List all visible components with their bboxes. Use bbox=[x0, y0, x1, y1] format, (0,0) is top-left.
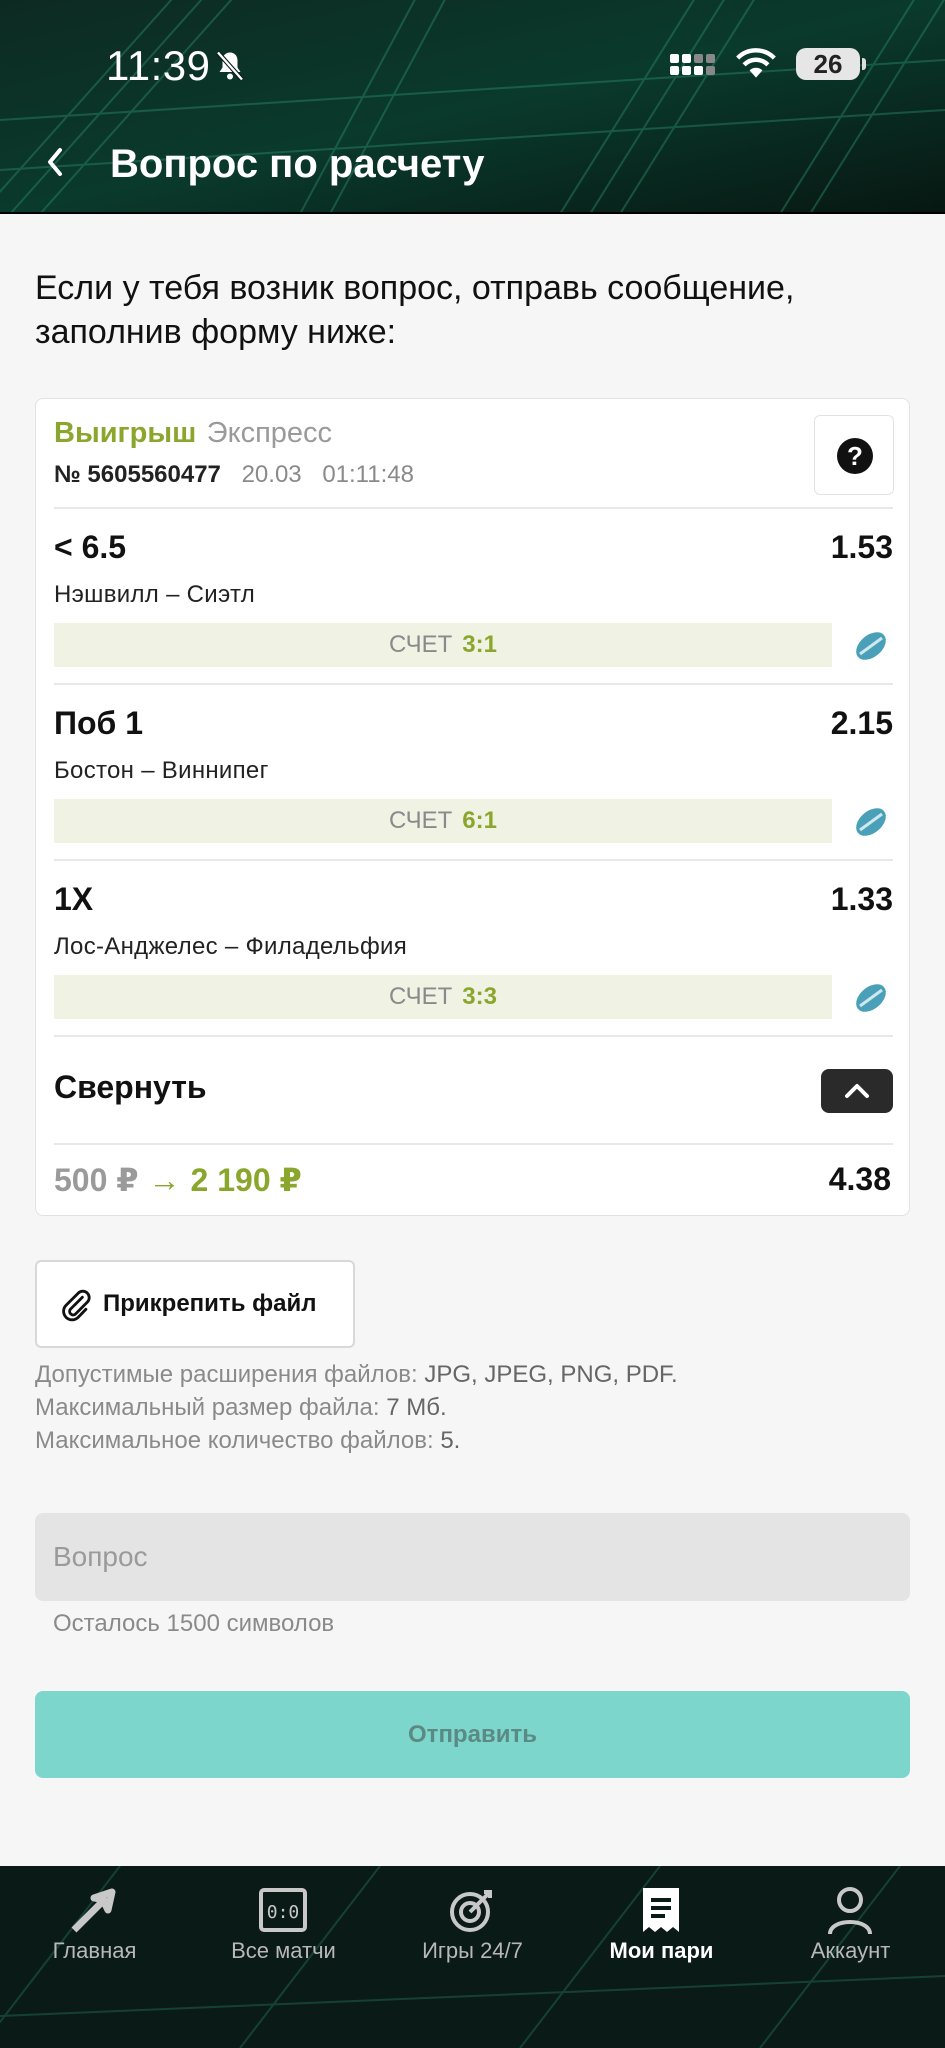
nav-item-my-bets[interactable]: Мои пари bbox=[567, 1866, 756, 1986]
nav-item-games[interactable]: Игры 24/7 bbox=[378, 1866, 567, 1986]
paperclip-icon bbox=[62, 1289, 91, 1322]
event-match: Нэшвилл – Сиэтл bbox=[54, 581, 256, 608]
bet-total: 500 ₽ → 2 190 ₽ bbox=[54, 1161, 302, 1199]
payout-amount: 2 190 ₽ bbox=[190, 1162, 302, 1198]
bet-card: Выигрыш Экспресс № 5605560477 20.03 01:1… bbox=[35, 398, 910, 1216]
battery-tip bbox=[862, 58, 866, 70]
status-bar: 11:39 26 bbox=[0, 0, 945, 130]
bet-number: № 5605560477 bbox=[54, 461, 221, 488]
hint-value: 5. bbox=[440, 1427, 461, 1454]
cellular-signal-icon bbox=[670, 54, 715, 75]
target-icon bbox=[450, 1890, 492, 1932]
hint-extensions: Допустимые расширения файлов: JPG, JPEG,… bbox=[35, 1358, 678, 1391]
bet-result: Выигрыш bbox=[54, 417, 197, 449]
collapse-button[interactable] bbox=[821, 1069, 893, 1113]
nav-label: Аккаунт bbox=[810, 1938, 891, 1963]
wifi-icon bbox=[736, 48, 776, 78]
bet-event: 1X 1.33 Лос-Анджелес – Филадельфия СЧЕТ 3… bbox=[36, 861, 911, 1036]
stake-amount: 500 ₽ bbox=[54, 1162, 139, 1198]
back-arrow-icon[interactable] bbox=[40, 142, 74, 182]
hint-text: Максимальное количество файлов: bbox=[35, 1427, 441, 1454]
collapse-label[interactable]: Свернуть bbox=[54, 1069, 207, 1106]
nav-label: Все матчи bbox=[231, 1938, 336, 1963]
event-match: Лос-Анджелес – Филадельфия bbox=[54, 933, 408, 960]
attach-file-button[interactable]: Прикрепить файл bbox=[35, 1260, 355, 1348]
user-icon bbox=[828, 1887, 872, 1935]
score-value: 3:1 bbox=[462, 631, 497, 658]
attach-file-label: Прикрепить файл bbox=[103, 1290, 317, 1317]
event-odds: 1.33 bbox=[830, 881, 893, 917]
bet-event: Поб 1 2.15 Бостон – Виннипег СЧЕТ 6:1 bbox=[36, 685, 911, 860]
event-match: Бостон – Виннипег bbox=[54, 757, 269, 784]
nav-item-all-matches[interactable]: 0:0 Все матчи bbox=[189, 1866, 378, 1986]
hint-value: 7 Мб. bbox=[386, 1394, 447, 1421]
arrow-right-icon: → bbox=[148, 1162, 181, 1198]
event-outcome: 1X bbox=[54, 881, 94, 917]
home-arrow-icon bbox=[71, 1888, 116, 1933]
bet-time: 01:11:48 bbox=[322, 461, 414, 488]
hint-size: Максимальный размер файла: 7 Мб. bbox=[35, 1391, 678, 1424]
attach-hints: Допустимые расширения файлов: JPG, JPEG,… bbox=[35, 1358, 678, 1457]
battery-level: 26 bbox=[796, 48, 860, 80]
event-score: СЧЕТ 6:1 bbox=[54, 799, 832, 843]
score-value: 6:1 bbox=[462, 807, 497, 834]
score-label: СЧЕТ bbox=[389, 631, 453, 658]
bottom-nav: Главная 0:0 Все матчи Игры 24/7 Мои пари… bbox=[0, 1866, 945, 2048]
event-score: СЧЕТ 3:1 bbox=[54, 623, 832, 667]
hint-count: Максимальное количество файлов: 5. bbox=[35, 1424, 678, 1457]
hockey-puck-icon bbox=[856, 984, 886, 1012]
hockey-puck-icon bbox=[856, 632, 886, 660]
chevron-up-icon bbox=[845, 1084, 869, 1098]
nav-label: Игры 24/7 bbox=[422, 1938, 523, 1963]
divider bbox=[54, 1143, 893, 1145]
hint-value: JPG, JPEG, PNG, PDF. bbox=[424, 1361, 678, 1388]
nav-label: Главная bbox=[52, 1938, 137, 1963]
scoreboard-icon: 0:0 bbox=[259, 1888, 307, 1932]
hockey-puck-icon bbox=[856, 808, 886, 836]
question-icon: ? bbox=[837, 438, 873, 474]
nav-item-home[interactable]: Главная bbox=[0, 1866, 189, 1986]
event-odds: 1.53 bbox=[830, 529, 893, 565]
status-time: 11:39 bbox=[106, 42, 211, 89]
remaining-characters: Осталось 1500 символов bbox=[53, 1610, 335, 1637]
score-label: СЧЕТ bbox=[389, 807, 453, 834]
send-button[interactable]: Отправить bbox=[35, 1691, 910, 1778]
svg-text:0:0: 0:0 bbox=[267, 1902, 300, 1923]
nav-item-account[interactable]: Аккаунт bbox=[756, 1866, 945, 1986]
bell-muted-icon bbox=[216, 51, 244, 81]
bet-date: 20.03 bbox=[241, 461, 302, 488]
page-title: Вопрос по расчету bbox=[110, 142, 485, 186]
help-button[interactable]: ? bbox=[814, 415, 894, 495]
event-outcome: < 6.5 bbox=[54, 529, 127, 565]
nav-label: Мои пари bbox=[609, 1938, 714, 1963]
total-odds: 4.38 bbox=[828, 1161, 891, 1197]
bet-meta: № 5605560477 20.03 01:11:48 bbox=[54, 461, 414, 489]
score-label: СЧЕТ bbox=[389, 983, 453, 1010]
hint-text: Допустимые расширения файлов: bbox=[35, 1361, 425, 1388]
event-odds: 2.15 bbox=[830, 705, 893, 741]
event-score: СЧЕТ 3:3 bbox=[54, 975, 832, 1019]
bet-status-line: Выигрыш Экспресс bbox=[54, 417, 332, 450]
score-value: 3:3 bbox=[462, 983, 497, 1010]
question-input[interactable] bbox=[35, 1513, 910, 1601]
bet-event: < 6.5 1.53 Нэшвилл – Сиэтл СЧЕТ 3:1 bbox=[36, 509, 911, 684]
hint-text: Максимальный размер файла: bbox=[35, 1394, 387, 1421]
receipt-icon bbox=[643, 1888, 679, 1932]
bet-type: Экспресс bbox=[206, 417, 333, 449]
intro-text: Если у тебя возник вопрос, отправь сообщ… bbox=[35, 269, 795, 351]
event-outcome: Поб 1 bbox=[54, 705, 143, 741]
divider bbox=[54, 1035, 893, 1037]
app-header: 11:39 26 Вопрос по расчету bbox=[0, 0, 945, 214]
